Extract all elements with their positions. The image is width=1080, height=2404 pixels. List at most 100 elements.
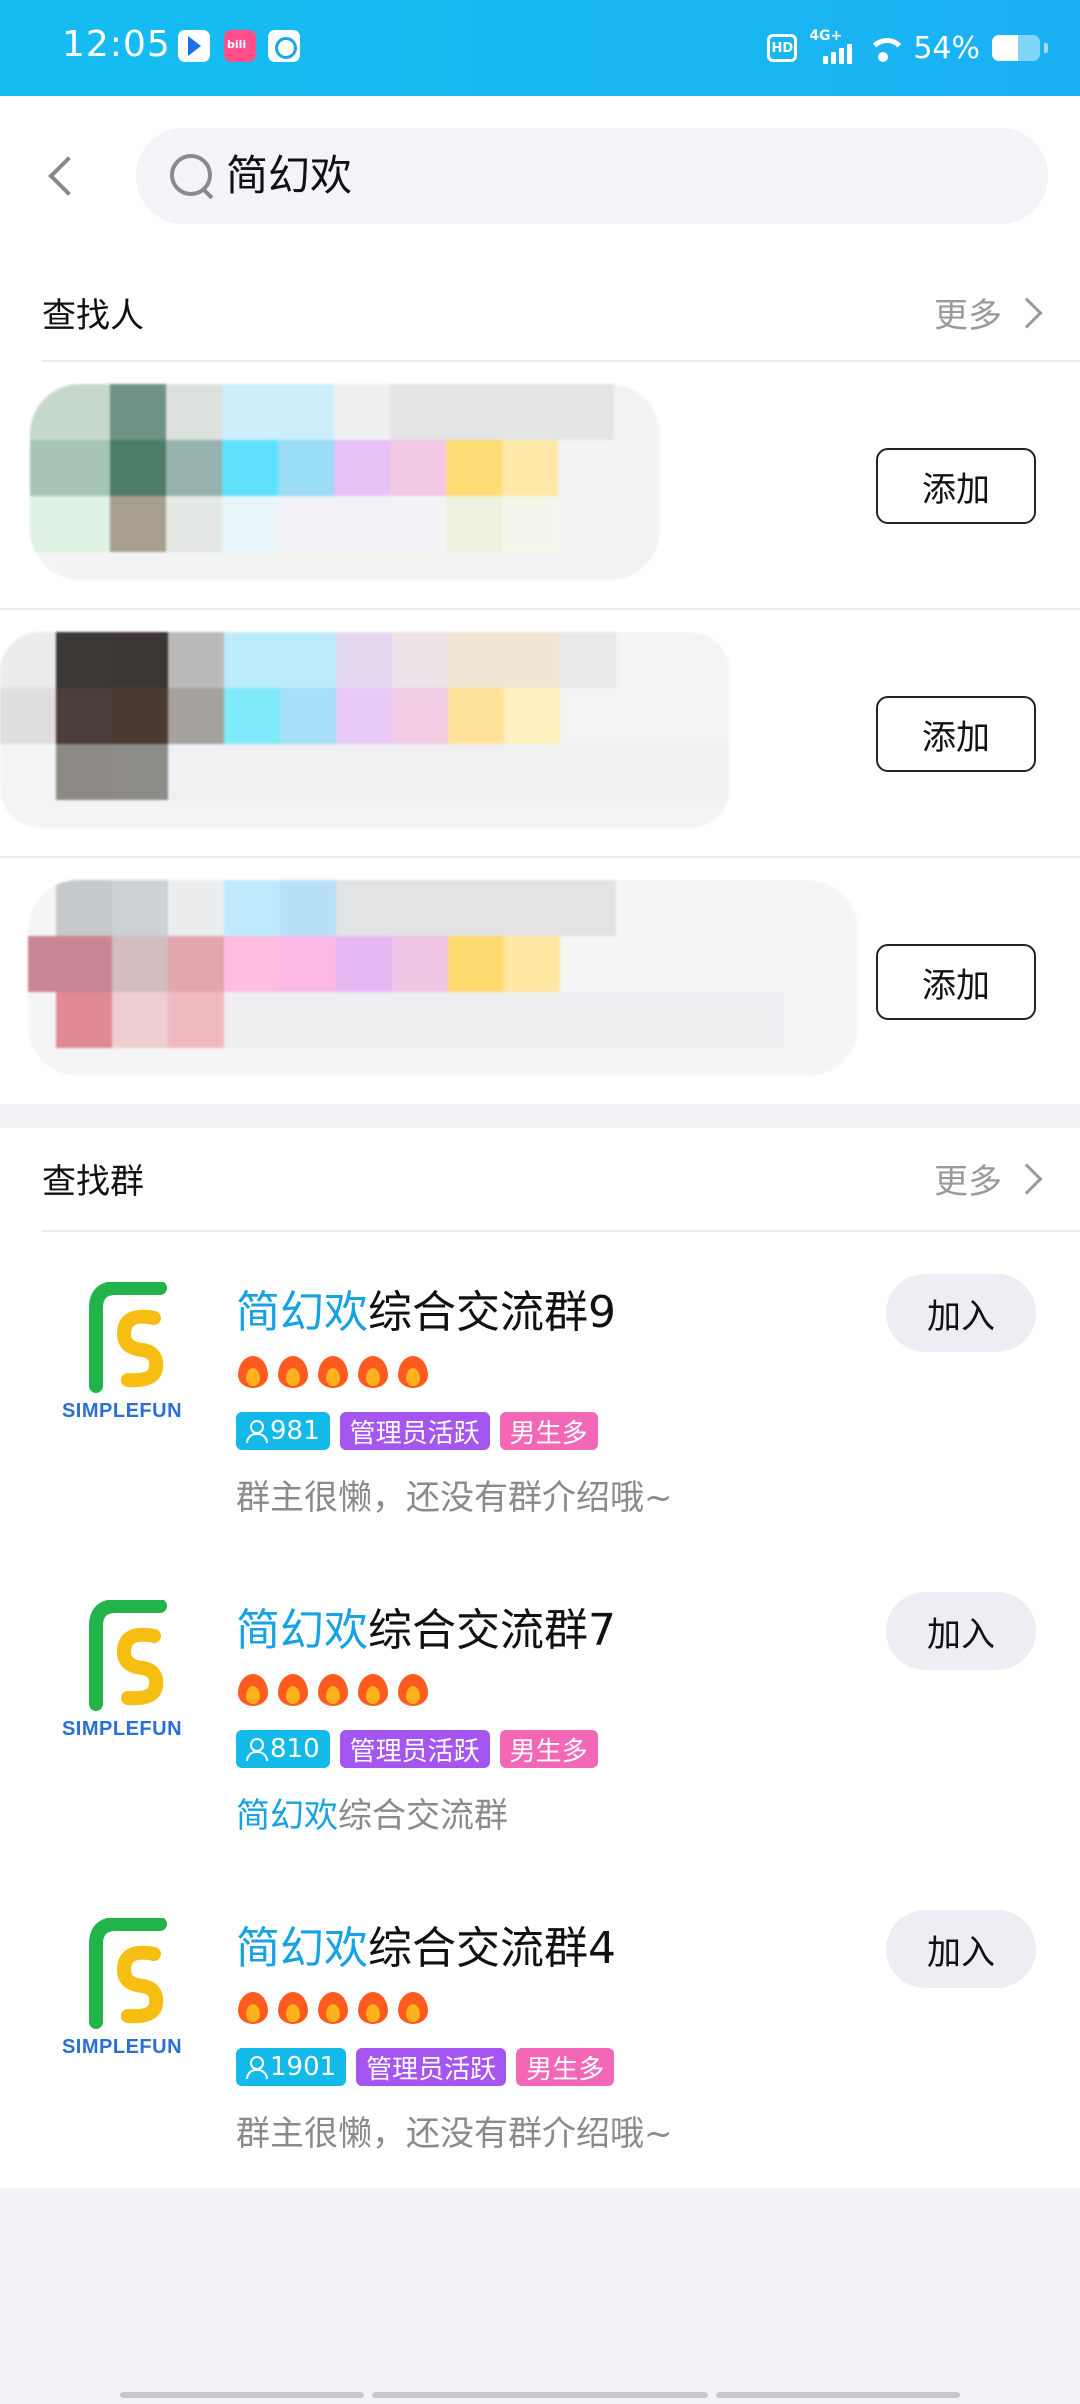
pixelated-profile (28, 880, 858, 1076)
nav-hint-bar (120, 2392, 364, 2398)
group-desc-rest: 群主很懒，还没有群介绍哦~ (236, 2114, 673, 2154)
group-avatar: SIMPLEFUN (60, 1918, 184, 2078)
people-section-title: 查找人 (42, 296, 144, 336)
group-desc-highlight: 简幻欢 (236, 1796, 338, 1836)
network-type-label: 4G+ (809, 28, 843, 44)
group-logo-text: SIMPLEFUN (61, 1718, 183, 1740)
group-logo-text: SIMPLEFUN (61, 2036, 183, 2058)
status-indicators: HD 4G+ 54% (767, 28, 1048, 68)
group-name-rest: 综合交流群9 (368, 1287, 616, 1338)
fire-icon (236, 1986, 270, 2026)
person-row[interactable]: 添加 (0, 610, 1080, 856)
group-name-highlight: 简幻欢 (236, 1287, 368, 1338)
group-desc-rest: 综合交流群 (338, 1796, 508, 1836)
chevron-right-icon (1011, 1162, 1043, 1195)
more-label: 更多 (934, 1162, 1002, 1202)
group-name: 简幻欢综合交流群9 (236, 1276, 616, 1340)
group-description: 群主很懒，还没有群介绍哦~ (236, 2106, 673, 2155)
more-label: 更多 (934, 296, 1002, 336)
search-box[interactable]: 简幻欢 (136, 128, 1048, 224)
admin-active-tag: 管理员活跃 (339, 1412, 490, 1450)
fire-icon (276, 1350, 310, 1390)
group-section-header: 查找群 更多 (42, 1128, 1043, 1228)
male-majority-tag: 男生多 (499, 1730, 598, 1768)
join-group-button[interactable]: 加入 (886, 1910, 1036, 1988)
search-header: 简幻欢 (0, 96, 1080, 262)
fire-icon (316, 1350, 350, 1390)
person-row[interactable]: 添加 (0, 858, 1080, 1104)
admin-active-tag: 管理员活跃 (339, 1730, 490, 1768)
fire-icon (276, 1986, 310, 2026)
member-icon (246, 2056, 268, 2079)
add-friend-button[interactable]: 添加 (876, 448, 1036, 524)
member-icon (246, 1420, 268, 1443)
page: 12:05 bili HD 4G+ 54% 简幻欢 查找人 更多 添加 添加 添… (0, 0, 1080, 2404)
member-count-badge: 981 (236, 1412, 330, 1450)
fire-icon (356, 1350, 390, 1390)
fire-icon (396, 1986, 430, 2026)
fire-icon (356, 1668, 390, 1708)
group-section: 查找群 更多 SIMPLEFUN 简幻欢综合交流群9 981 管理员活跃 男生多 群主很懒… (0, 1128, 1080, 2188)
join-group-button[interactable]: 加入 (886, 1274, 1036, 1352)
fire-icon (236, 1350, 270, 1390)
group-name-highlight: 简幻欢 (236, 1923, 368, 1974)
admin-active-tag: 管理员活跃 (356, 2048, 507, 2086)
fire-icon (276, 1668, 310, 1708)
member-count: 1901 (270, 2052, 337, 2082)
back-button[interactable] (40, 150, 88, 210)
group-name: 简幻欢综合交流群4 (236, 1912, 616, 1976)
pixelated-profile (0, 632, 730, 828)
search-input[interactable]: 简幻欢 (226, 146, 352, 206)
nav-hint-bar (716, 2392, 960, 2398)
wifi-icon (867, 34, 908, 62)
group-description: 群主很懒，还没有群介绍哦~ (236, 1470, 673, 1519)
group-name-highlight: 简幻欢 (236, 1605, 368, 1656)
group-card[interactable]: SIMPLEFUN 简幻欢综合交流群9 981 管理员活跃 男生多群主很懒，还没有群介绍… (0, 1232, 1080, 1550)
chevron-right-icon (1011, 296, 1043, 329)
group-section-title: 查找群 (42, 1162, 144, 1202)
navigation-app-icon (178, 30, 210, 62)
group-avatar: SIMPLEFUN (60, 1282, 184, 1442)
member-icon (246, 1738, 268, 1761)
person-row[interactable]: 添加 (0, 362, 1080, 608)
cellular-signal-icon: 4G+ (809, 28, 855, 66)
fire-icon (236, 1668, 270, 1708)
fire-icon (356, 1986, 390, 2026)
group-heat-rating (236, 1350, 430, 1390)
fire-icon (396, 1350, 430, 1390)
hd-icon: HD (767, 34, 798, 62)
member-count-badge: 1901 (236, 2048, 347, 2086)
group-more-link[interactable]: 更多 (934, 1154, 1043, 1203)
group-name-rest: 综合交流群7 (368, 1605, 616, 1656)
group-name-rest: 综合交流群4 (368, 1923, 616, 1974)
member-count: 810 (270, 1734, 320, 1764)
battery-icon (992, 35, 1048, 61)
group-description: 简幻欢综合交流群 (236, 1788, 508, 1837)
group-card[interactable]: SIMPLEFUN 简幻欢综合交流群7 810 管理员活跃 男生多 简幻欢综合交流群 加入 (0, 1550, 1080, 1868)
group-card[interactable]: SIMPLEFUN 简幻欢综合交流群4 1901 管理员活跃 男生多群主很懒，还没有群介… (0, 1868, 1080, 2186)
join-group-button[interactable]: 加入 (886, 1592, 1036, 1670)
status-bar: 12:05 bili HD 4G+ 54% (0, 0, 1080, 96)
male-majority-tag: 男生多 (499, 1412, 598, 1450)
pixelated-profile (30, 384, 660, 580)
group-desc-rest: 群主很懒，还没有群介绍哦~ (236, 1478, 673, 1518)
group-tags: 810 管理员活跃 男生多 (236, 1730, 598, 1768)
group-tags: 1901 管理员活跃 男生多 (236, 2048, 615, 2086)
fire-icon (396, 1668, 430, 1708)
group-logo-text: SIMPLEFUN (61, 1400, 183, 1422)
member-count-badge: 810 (236, 1730, 330, 1768)
people-more-link[interactable]: 更多 (934, 288, 1043, 337)
bilibili-app-icon: bili (224, 30, 256, 62)
group-heat-rating (236, 1668, 430, 1708)
group-heat-rating (236, 1986, 430, 2026)
fire-icon (316, 1986, 350, 2026)
male-majority-tag: 男生多 (516, 2048, 615, 2086)
people-section-header: 查找人 更多 (42, 262, 1043, 362)
add-friend-button[interactable]: 添加 (876, 944, 1036, 1020)
group-name: 简幻欢综合交流群7 (236, 1594, 616, 1658)
status-time: 12:05 (62, 24, 171, 65)
battery-percent: 54% (913, 30, 980, 66)
nav-hint-bar (372, 2392, 708, 2398)
fire-icon (316, 1668, 350, 1708)
add-friend-button[interactable]: 添加 (876, 696, 1036, 772)
